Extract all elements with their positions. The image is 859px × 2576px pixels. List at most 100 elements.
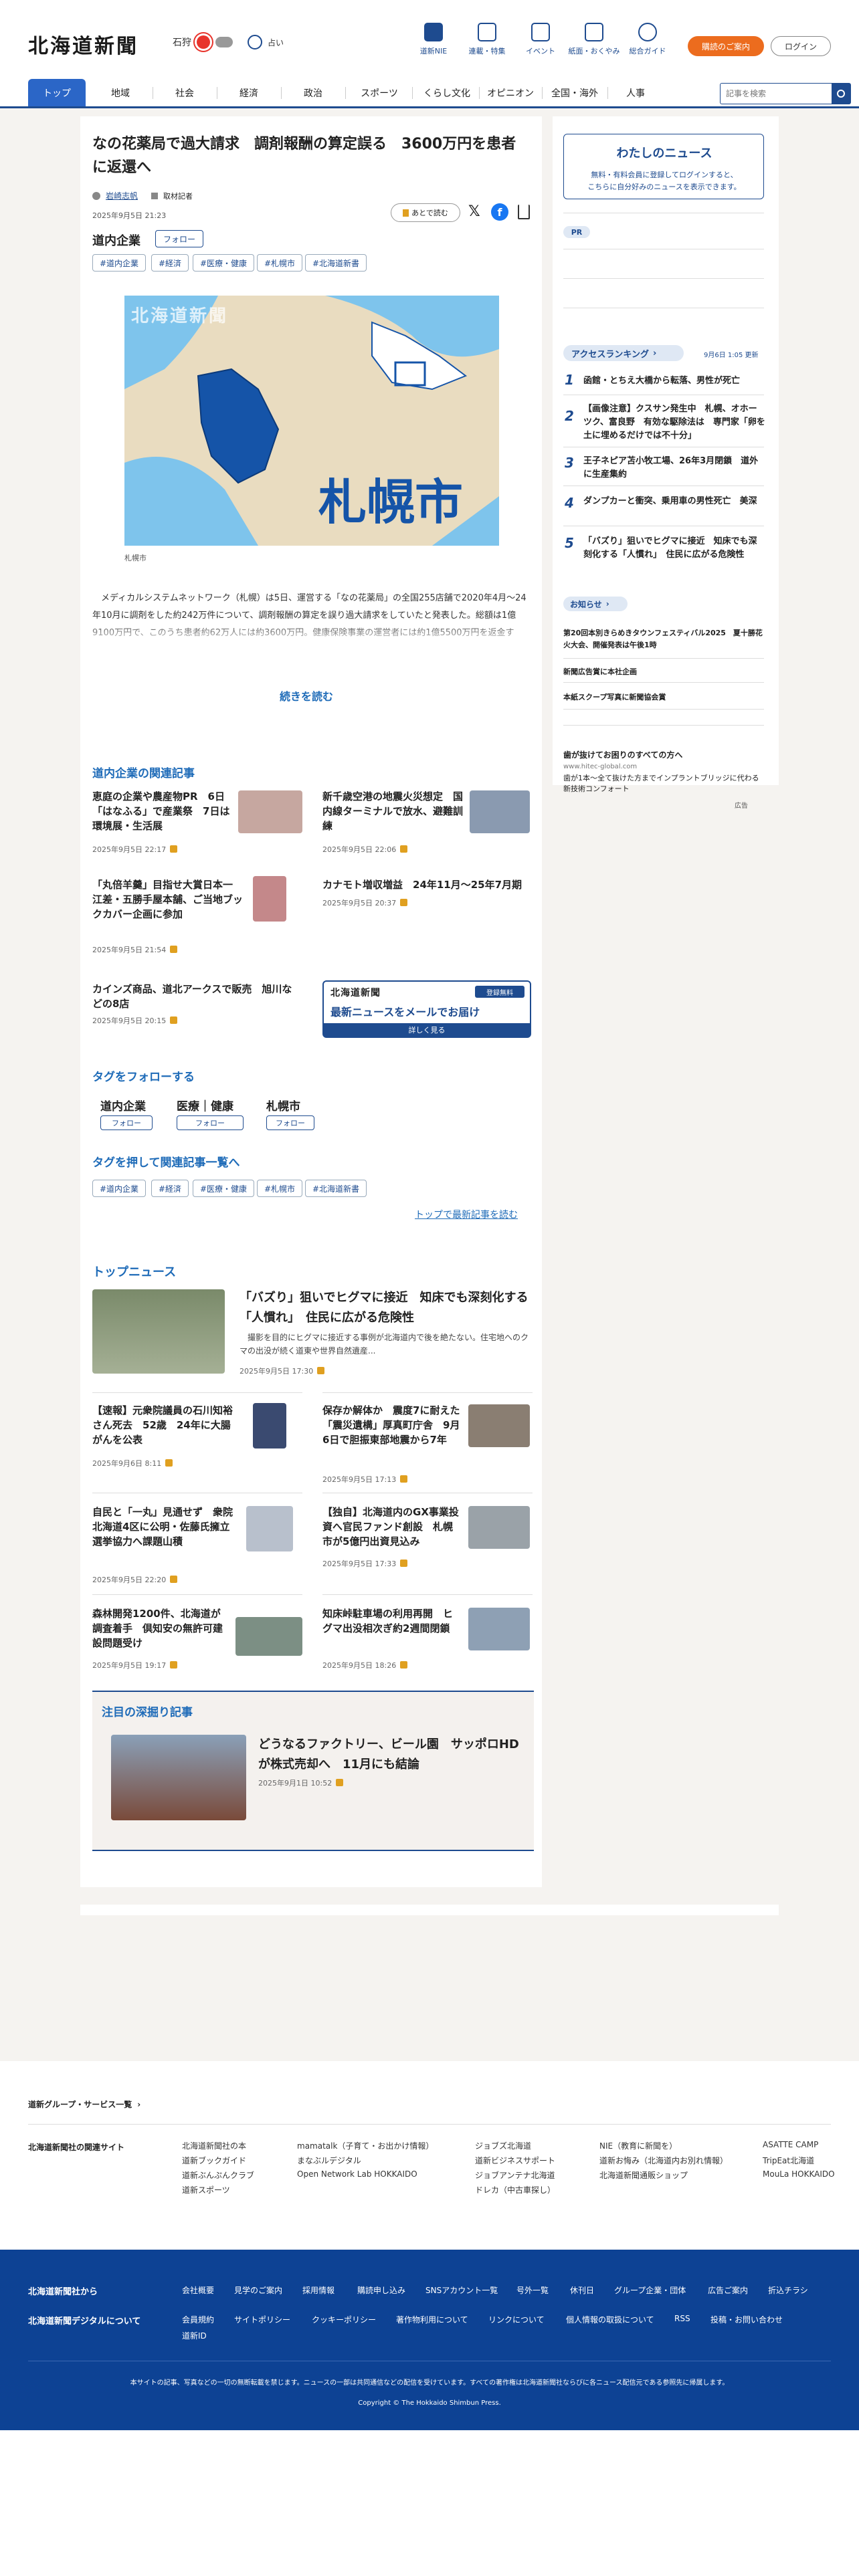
my-news-box[interactable]: わたしのニュース 無料・有料会員に登録してログインすると、 こちらに自分好みのニ… [563,134,764,199]
tag-item[interactable]: #北海道新書 [305,254,367,272]
digital-link[interactable]: 道新ID [182,2330,207,2341]
weather-widget[interactable]: 石狩 占い [173,35,284,49]
digital-link[interactable]: 投稿・お問い合わせ [710,2314,783,2325]
notice-item[interactable]: 第20回本別きらめきタウンフェスティバル2025 夏十勝花火大会、開催発表は午後… [563,627,764,651]
site-logo[interactable]: 北海道新聞 [28,29,138,59]
nav-events[interactable]: イベント [514,23,567,56]
x-share-icon[interactable]: 𝕏 [468,203,480,220]
footer-site-link[interactable]: 道新ビジネスサポート [475,2155,555,2166]
footer-site-link[interactable]: TripEat北海道 [763,2155,814,2166]
author-name[interactable]: 岩崎志帆 [106,190,138,201]
footer-site-link[interactable]: 北海道新聞社の本 [182,2140,246,2151]
tab-opinion[interactable]: オピニオン [480,79,541,106]
digital-link[interactable]: リンクについて [488,2314,545,2325]
top-news-thumb[interactable] [253,1403,286,1448]
sidebar-ad[interactable]: 歯が抜けてお困りのすべての方へ www.hitec-global.com 歯が1… [563,749,764,816]
facebook-share-icon[interactable]: f [491,203,508,221]
digital-link[interactable]: クッキーポリシー [312,2314,376,2325]
tag-item[interactable]: #北海道新書 [305,1180,367,1197]
notice-item[interactable]: 新聞広告賞に本社企画 [563,666,637,677]
related-thumb[interactable] [470,790,530,833]
search-input[interactable] [721,84,832,104]
footer-site-link[interactable]: 道新ぶんぷんクラブ [182,2169,254,2181]
footer-site-link[interactable]: mamatalk（子育て・お出かけ情報） [297,2140,434,2151]
top-news-title[interactable]: 森林開発1200件、北海道が調査着手 倶知安の無許可建設問題受け [92,1606,229,1650]
follow-tag-button[interactable]: フォロー [266,1115,314,1130]
notice-heading[interactable]: お知らせ › [563,597,628,611]
footer-site-link[interactable]: ASATTE CAMP [763,2140,818,2149]
top-news-thumb[interactable] [468,1506,530,1549]
tag-item[interactable]: #医療・健康 [193,254,255,272]
tab-sports[interactable]: スポーツ [351,79,408,106]
company-link[interactable]: 休刊日 [570,2284,594,2296]
tag-item[interactable]: #経済 [151,1180,189,1197]
top-news-title[interactable]: 保存か解体か 震度7に耐えた「震災遺構」厚真町庁舎 9月6日で胆振東部地震から7… [322,1403,460,1447]
company-link[interactable]: SNSアカウント一覧 [425,2284,498,2296]
tag-item[interactable]: #道内企業 [92,254,147,272]
digital-link[interactable]: サイトポリシー [234,2314,290,2325]
footer-site-link[interactable]: 道新スポーツ [182,2184,230,2195]
nav-paper[interactable]: 紙面・おくやみ [567,23,621,56]
digital-link[interactable]: 著作物利用について [396,2314,468,2325]
related-thumb[interactable] [253,876,286,922]
footer-site-link[interactable]: ドレカ（中古車探し） [475,2184,555,2195]
top-news-lead-image[interactable] [92,1289,225,1374]
tab-top[interactable]: トップ [28,79,86,106]
login-button[interactable]: ログイン [771,36,831,56]
top-news-thumb[interactable] [468,1404,530,1447]
footer-site-link[interactable]: 道新お悔み（北海道内お別れ情報） [599,2155,728,2166]
nav-guide[interactable]: 総合ガイド [621,23,674,56]
tab-world[interactable]: 全国・海外 [543,79,606,106]
group-services-link[interactable]: 道新グループ・サービス一覧 › [28,2099,140,2110]
ad-button[interactable]: 詳しく見る [324,1023,530,1037]
rank-title[interactable]: 函館・とちえ大橋から転落、男性が死亡 [583,374,765,388]
tab-economy[interactable]: 経済 [222,79,276,106]
related-thumb[interactable] [238,790,302,833]
tab-culture[interactable]: くらし文化 [416,79,478,106]
search-button[interactable] [832,84,850,104]
tab-region[interactable]: 地域 [94,79,147,106]
related-title[interactable]: 「丸倍羊羹」目指せ大賞日本一 江差・五勝手屋本舗、ご当地ブックカバー企画に参加 [92,877,248,922]
top-news-title[interactable]: 自民と「一丸」見通せず 衆院北海道4区に公明・佐藤氏擁立 選挙協力へ課題山積 [92,1505,240,1549]
company-link[interactable]: 会社概要 [182,2284,214,2296]
tag-item[interactable]: #道内企業 [92,1180,147,1197]
follow-section-button[interactable]: フォロー [155,230,203,247]
footer-site-link[interactable]: MouLa HOKKAIDO [763,2169,835,2179]
top-news-thumb[interactable] [235,1617,302,1656]
deep-dive-title[interactable]: どうなるファクトリー、ビール園 サッポロHDが株式売却へ 11月にも結論 [258,1735,526,1775]
footer-site-link[interactable]: Open Network Lab HOKKAIDO [297,2169,417,2179]
digital-link[interactable]: RSS [674,2314,690,2323]
tab-personnel[interactable]: 人事 [609,79,662,106]
digital-link[interactable]: 個人情報の取扱について [566,2314,654,2325]
ranking-heading[interactable]: アクセスランキング › [563,345,684,361]
rank-title[interactable]: ダンプカーと衝突、乗用車の男性死亡 美深 [583,495,765,508]
rank-title[interactable]: 王子ネピア苫小牧工場、26年3月閉鎖 道外に生産集約 [583,455,765,481]
related-title[interactable]: カナモト増収増益 24年11月〜25年7月期 [322,877,530,892]
top-news-title[interactable]: 【速報】元衆院議員の石川知裕さん死去 52歳 24年に大腸がんを公表 [92,1403,234,1447]
related-title[interactable]: 新千歳空港の地震火災想定 国内線ターミナルで放水、避難訓練 [322,789,463,833]
tag-item[interactable]: #札幌市 [257,1180,303,1197]
nav-nie[interactable]: 道新NIE [407,23,460,56]
read-more-link[interactable]: 続きを読む [280,687,333,704]
notice-item[interactable]: 本紙スクープ写真に新聞協会賞 [563,691,666,702]
footer-site-link[interactable]: 北海道新聞通販ショップ [599,2169,688,2181]
top-news-thumb[interactable] [246,1506,293,1551]
company-link[interactable]: 見学のご案内 [234,2284,282,2296]
follow-tag-button[interactable]: フォロー [100,1115,153,1130]
latest-news-link[interactable]: トップで最新記事を読む [415,1208,518,1221]
footer-site-link[interactable]: ジョブズ北海道 [475,2140,531,2151]
nav-features[interactable]: 連載・特集 [460,23,514,56]
newsletter-ad[interactable]: 北海道新聞 登録無料 最新ニュースをメールでお届け 詳しく見る [322,980,531,1038]
deep-dive-image[interactable] [111,1735,246,1820]
company-link[interactable]: グループ企業・団体 [614,2284,686,2296]
related-title[interactable]: カインズ商品、道北アークスで販売 旭川などの8店 [92,982,300,1011]
company-link[interactable]: 号外一覧 [516,2284,549,2296]
tab-society[interactable]: 社会 [158,79,211,106]
subscribe-button[interactable]: 購読のご案内 [688,36,764,56]
company-link[interactable]: 採用情報 [302,2284,335,2296]
related-title[interactable]: 恵庭の企業や農産物PR 6日「はなふる」で産業祭 7日は環境展・生活展 [92,789,233,833]
tag-item[interactable]: #札幌市 [257,254,303,272]
tab-politics[interactable]: 政治 [286,79,340,106]
digital-link[interactable]: 会員規約 [182,2314,214,2325]
footer-site-link[interactable]: ジョブアンテナ北海道 [475,2169,555,2181]
